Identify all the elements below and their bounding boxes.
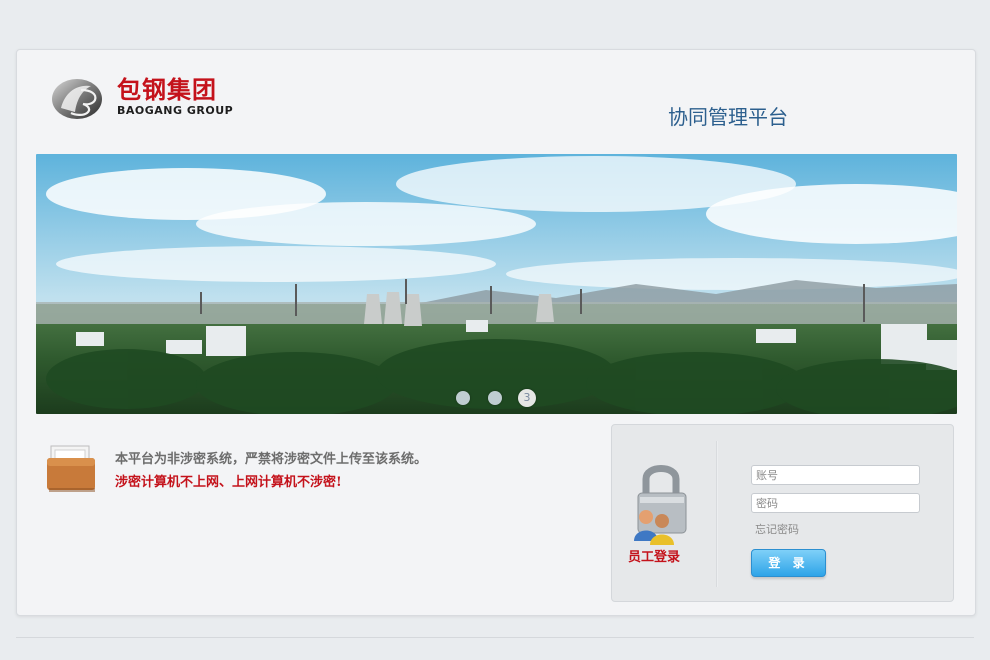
login-card: 包钢集团 BAOGANG GROUP 协同管理平台 3 本平台为非涉密系统，严禁… (16, 49, 976, 616)
logo-english-name: BAOGANG GROUP (117, 104, 234, 117)
forgot-password-link[interactable]: 忘记密码 (755, 523, 799, 537)
banner-image (36, 154, 957, 414)
banner-carousel: 3 (36, 154, 957, 414)
briefcase-icon (47, 445, 95, 492)
carousel-dot-3[interactable]: 3 (518, 389, 536, 407)
baogang-logo-icon (52, 79, 102, 119)
footer-divider (16, 637, 974, 638)
panel-divider (716, 441, 718, 587)
padlock-users-icon (634, 465, 687, 545)
carousel-dot-2[interactable] (488, 391, 502, 405)
carousel-indicators: 3 (456, 389, 556, 409)
company-logo: 包钢集团 BAOGANG GROUP (51, 76, 241, 122)
password-input[interactable] (751, 493, 920, 513)
notice-text-policy: 本平台为非涉密系统，严禁将涉密文件上传至该系统。 (115, 452, 428, 467)
logo-chinese-name: 包钢集团 (117, 76, 217, 104)
staff-login-label: 员工登录 (628, 550, 681, 565)
carousel-dot-1[interactable] (456, 391, 470, 405)
login-panel: 员工登录 忘记密码 登 录 (611, 424, 954, 602)
username-input[interactable] (751, 465, 920, 485)
security-notice: 本平台为非涉密系统，严禁将涉密文件上传至该系统。 涉密计算机不上网、上网计算机不… (45, 444, 485, 504)
platform-title: 协同管理平台 (668, 105, 788, 129)
notice-text-warning: 涉密计算机不上网、上网计算机不涉密! (115, 475, 342, 490)
login-button[interactable]: 登 录 (751, 549, 826, 577)
